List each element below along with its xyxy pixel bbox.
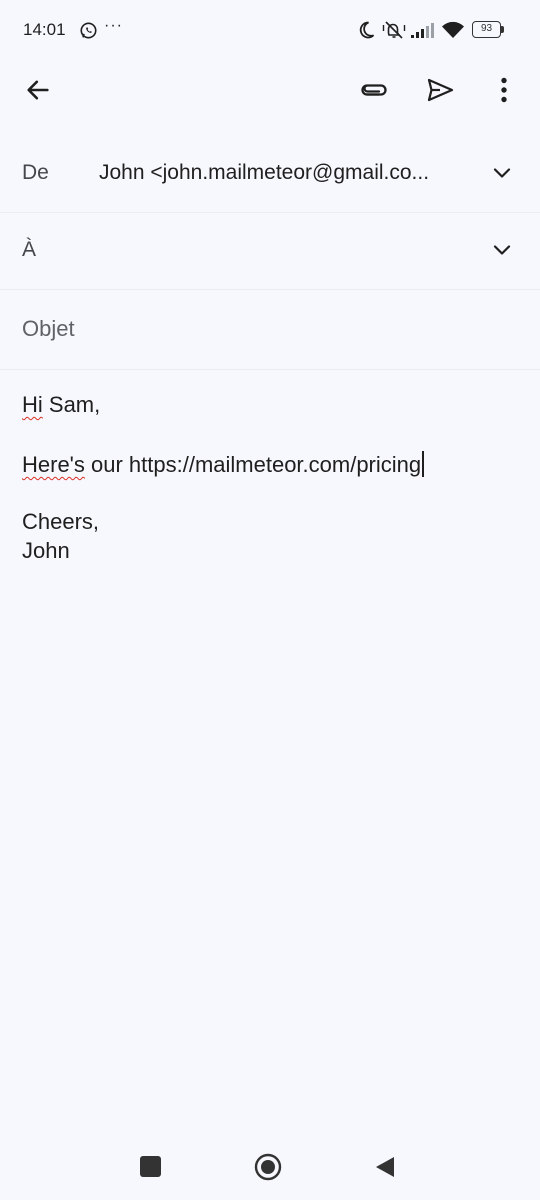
signal-icon: [410, 21, 436, 44]
wifi-icon: [441, 20, 465, 44]
whatsapp-icon: [79, 21, 98, 45]
system-navigation-bar: [0, 1140, 540, 1200]
subject-row[interactable]: Objet: [0, 290, 540, 370]
send-icon: [427, 78, 454, 102]
from-row[interactable]: De John <john.mailmeteor@gmail.co...: [0, 135, 540, 213]
attach-icon: [361, 84, 387, 96]
to-chevron-down-icon[interactable]: [490, 238, 514, 262]
more-vert-icon: [501, 77, 507, 103]
back-button[interactable]: [20, 72, 56, 108]
to-label: À: [22, 238, 37, 261]
attach-button[interactable]: [356, 72, 392, 108]
misspelled-word[interactable]: Here's: [22, 452, 85, 477]
body-line-link: Here's our https://mailmeteor.com/pricin…: [22, 451, 425, 478]
battery-tip: [501, 26, 504, 33]
misspelled-word[interactable]: Hi: [22, 392, 43, 417]
body-line-signature: John: [22, 538, 70, 563]
from-chevron-down-icon[interactable]: [490, 161, 514, 185]
back-icon[interactable]: [375, 1156, 395, 1183]
battery-icon: 93: [472, 21, 504, 38]
to-row[interactable]: À: [0, 212, 540, 290]
body-line-greeting: Hi Sam,: [22, 392, 100, 418]
status-overflow-icon: ···: [104, 17, 123, 34]
link-text: our https://mailmeteor.com/pricing: [84, 452, 422, 477]
back-arrow-icon: [27, 80, 49, 100]
recents-icon[interactable]: [140, 1156, 161, 1177]
text-cursor: [422, 451, 425, 477]
greeting-text: Sam,: [42, 392, 101, 417]
home-icon[interactable]: [254, 1153, 282, 1186]
from-label: De: [22, 161, 49, 184]
mute-icon: [382, 20, 406, 45]
send-button[interactable]: [422, 72, 458, 108]
body-line-closing: Cheers,: [22, 509, 100, 534]
compose-toolbar: [0, 62, 540, 120]
status-time: 14:01: [23, 20, 66, 39]
status-bar: 14:01 ··· 93: [0, 0, 540, 62]
subject-input[interactable]: Objet: [22, 316, 75, 342]
moon-icon: [356, 20, 376, 45]
battery-level: 93: [472, 21, 501, 38]
from-value[interactable]: John <john.mailmeteor@gmail.co...: [99, 161, 459, 185]
more-options-button[interactable]: [488, 72, 520, 108]
